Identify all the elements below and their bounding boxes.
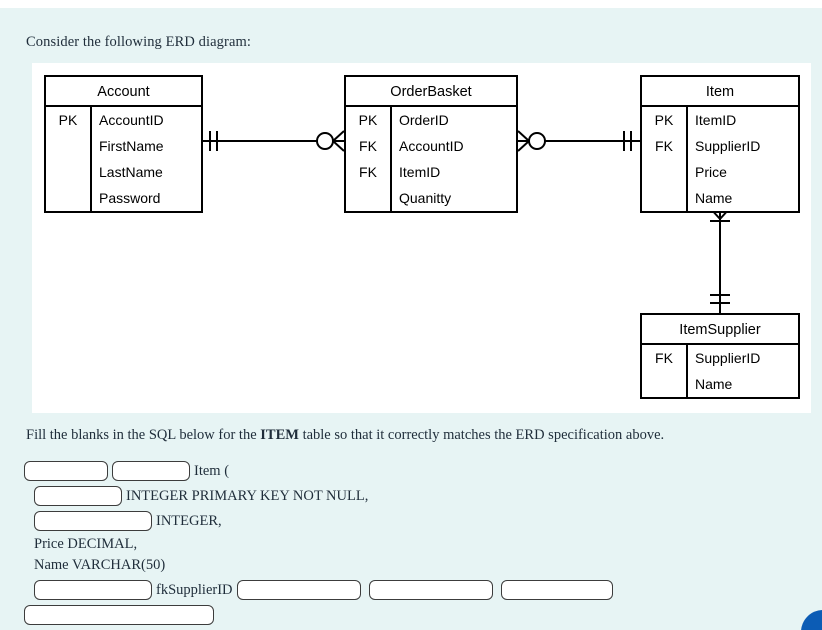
entity-item-attr-1: SupplierID xyxy=(695,138,761,154)
sql-text-fk-supplierid-label: fkSupplierID xyxy=(156,582,233,598)
entity-orderbasket-key-0: PK xyxy=(358,112,378,128)
entity-account-key-3 xyxy=(46,185,90,211)
entity-orderbasket-key-column: PK FK FK xyxy=(346,107,392,211)
question-instruction: Fill the blanks in the SQL below for the… xyxy=(26,427,664,444)
entity-itemsupplier-attr-0: SupplierID xyxy=(695,350,761,366)
entity-item-key-2 xyxy=(642,159,686,185)
entity-item-title: Item xyxy=(642,77,798,107)
entity-itemsupplier-attribute-column: SupplierID Name xyxy=(688,345,798,397)
sql-text-itemid-type: INTEGER PRIMARY KEY NOT NULL, xyxy=(126,488,369,504)
question-text-after: table so that it correctly matches the E… xyxy=(298,427,665,443)
question-text-before: Fill the blanks in the SQL below for the xyxy=(26,427,261,443)
sql-row-supplierid: INTEGER, xyxy=(24,509,613,533)
entity-orderbasket-attr-3: Quanitty xyxy=(399,190,452,206)
entity-account-title: Account xyxy=(46,77,201,107)
entity-orderbasket-attr-1: AccountID xyxy=(399,138,464,154)
sql-row-create-table: Item ( xyxy=(24,459,613,483)
entity-account-attribute-column: AccountID FirstName LastName Password xyxy=(92,107,201,211)
entity-item-attr-0: ItemID xyxy=(695,112,737,128)
sql-static-price-line: Price DECIMAL, xyxy=(34,536,138,552)
entity-item-body: PK FK ItemID SupplierID Price Name xyxy=(642,107,798,211)
intro-text: Consider the following ERD diagram: xyxy=(26,34,251,50)
entity-orderbasket-title: OrderBasket xyxy=(346,77,516,107)
entity-orderbasket-body: PK FK FK OrderID AccountID ItemID Quanit… xyxy=(346,107,516,211)
entity-item-attr-2: Price xyxy=(695,164,727,180)
entity-item-key-3 xyxy=(642,185,686,211)
entity-item-key-1: FK xyxy=(655,138,673,154)
entity-item-key-0: PK xyxy=(654,112,674,128)
help-fab-button[interactable] xyxy=(801,610,822,630)
entity-account-key-1 xyxy=(46,133,90,159)
entity-account-attr-2: LastName xyxy=(99,164,163,180)
entity-account-body: PK AccountID FirstName LastName Password xyxy=(46,107,201,211)
entity-itemsupplier-title: ItemSupplier xyxy=(642,315,798,345)
table-keyword-input[interactable] xyxy=(112,461,190,481)
entity-account-key-column: PK xyxy=(46,107,92,211)
erd-diagram-panel: Account PK AccountID FirstName LastName … xyxy=(32,63,811,413)
sql-text-item-open-paren: Item ( xyxy=(194,463,230,479)
entity-orderbasket-key-3 xyxy=(346,185,390,211)
supplierid-column-input[interactable] xyxy=(34,511,152,531)
entity-account: Account PK AccountID FirstName LastName … xyxy=(44,75,203,213)
sql-static-name-line: Name VARCHAR(50) xyxy=(34,557,166,573)
entity-item-key-column: PK FK xyxy=(642,107,688,211)
sql-row-itemid: INTEGER PRIMARY KEY NOT NULL, xyxy=(24,484,613,508)
entity-item-attr-3: Name xyxy=(695,190,733,206)
entity-itemsupplier-body: FK SupplierID Name xyxy=(642,345,798,397)
entity-item-attribute-column: ItemID SupplierID Price Name xyxy=(688,107,798,211)
sql-row-constraint: fkSupplierID xyxy=(24,578,613,602)
entity-orderbasket-attr-0: OrderID xyxy=(399,112,449,128)
entity-orderbasket-key-2: FK xyxy=(359,164,377,180)
entity-orderbasket-attribute-column: OrderID AccountID ItemID Quanitty xyxy=(392,107,516,211)
entity-orderbasket-key-1: FK xyxy=(359,138,377,154)
itemid-column-input[interactable] xyxy=(34,486,122,506)
entity-itemsupplier-key-0: FK xyxy=(655,350,673,366)
entity-account-attr-3: Password xyxy=(99,190,161,206)
create-keyword-input[interactable] xyxy=(24,461,108,481)
entity-orderbasket-attr-2: ItemID xyxy=(399,164,441,180)
page-container: Consider the following ERD diagram: Acco… xyxy=(0,8,822,630)
entity-itemsupplier-key-column: FK xyxy=(642,345,688,397)
entity-orderbasket: OrderBasket PK FK FK OrderID AccountID I… xyxy=(344,75,518,213)
entity-account-attr-1: FirstName xyxy=(99,138,164,154)
sql-text-supplierid-type: INTEGER, xyxy=(156,513,222,529)
references-column-input[interactable] xyxy=(368,580,493,600)
sql-row-final-input xyxy=(24,603,613,627)
sql-fill-in-form: Item ( INTEGER PRIMARY KEY NOT NULL, INT… xyxy=(24,459,613,630)
entity-account-key-2 xyxy=(46,159,90,185)
entity-itemsupplier: ItemSupplier FK SupplierID Name xyxy=(640,313,800,399)
entity-account-attr-0: AccountID xyxy=(99,112,164,128)
references-key-input[interactable] xyxy=(24,605,214,625)
entity-itemsupplier-key-1 xyxy=(642,371,686,397)
entity-item: Item PK FK ItemID SupplierID Price Name xyxy=(640,75,800,213)
question-emphasis-item: ITEM xyxy=(260,427,299,443)
entity-itemsupplier-attr-1: Name xyxy=(695,376,733,392)
constraint-keyword-input[interactable] xyxy=(34,580,152,600)
foreign-key-input[interactable] xyxy=(236,580,361,600)
entity-account-key-0: PK xyxy=(58,112,78,128)
references-table-input[interactable] xyxy=(500,580,613,600)
